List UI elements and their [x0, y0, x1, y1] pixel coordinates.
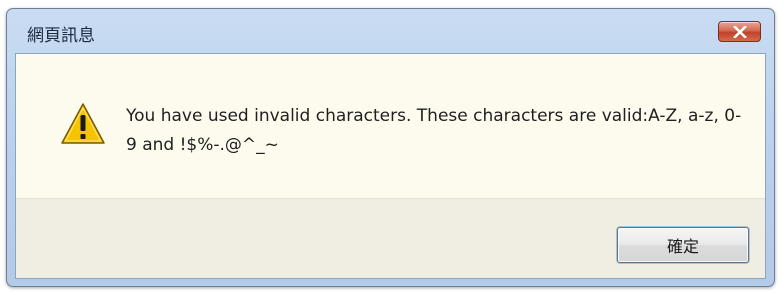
dialog-body: You have used invalid characters. These …: [15, 53, 766, 279]
button-area: 確定: [16, 198, 765, 278]
ok-button[interactable]: 確定: [617, 227, 749, 263]
message-area: You have used invalid characters. These …: [16, 54, 765, 198]
window-title: 網頁訊息: [27, 26, 95, 46]
close-button[interactable]: [718, 21, 761, 42]
warning-icon: [60, 101, 106, 147]
message-dialog: 網頁訊息 You have used invalid characters. T…: [6, 8, 775, 287]
title-bar[interactable]: 網頁訊息: [7, 9, 774, 53]
message-text: You have used invalid characters. These …: [126, 106, 742, 155]
close-icon: [732, 25, 747, 38]
